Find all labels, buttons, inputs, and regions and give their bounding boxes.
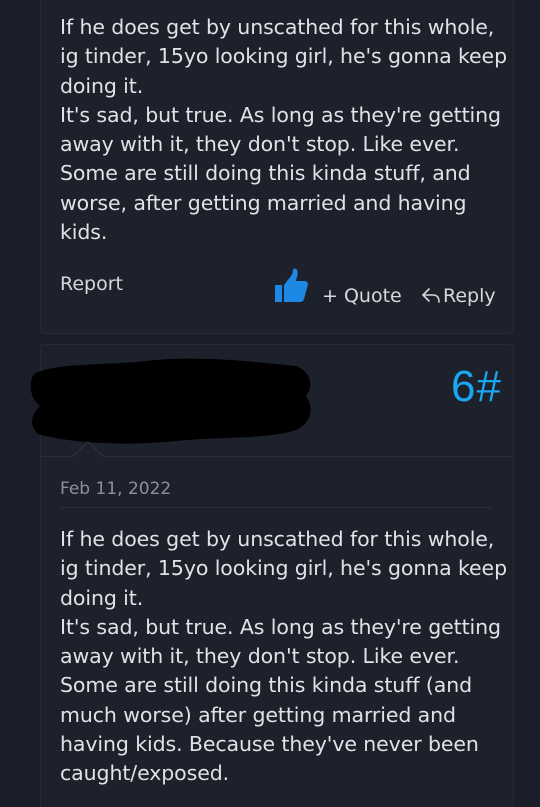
- post-date[interactable]: Feb 11, 2022: [60, 479, 171, 499]
- post-body: If he does get by unscathed for this who…: [60, 13, 510, 247]
- report-link[interactable]: Report: [60, 273, 123, 295]
- post-paragraph: It's sad, but true. As long as they're g…: [60, 102, 501, 245]
- like-button[interactable]: [272, 268, 310, 306]
- thread-page: If he does get by unscathed for this who…: [0, 0, 540, 807]
- date-divider: [60, 507, 493, 508]
- post-number[interactable]: 6#: [451, 362, 502, 412]
- user-pointer-arrow-fill: [73, 443, 103, 457]
- redacted-username: [30, 358, 311, 444]
- post-body: If he does get by unscathed for this who…: [60, 525, 510, 789]
- reply-label: Reply: [443, 285, 496, 307]
- post-paragraph: If he does get by unscathed for this who…: [60, 527, 507, 610]
- reply-arrow-icon: [422, 288, 440, 303]
- thumbs-up-icon: [275, 268, 308, 302]
- reply-button[interactable]: Reply: [421, 285, 496, 307]
- quote-button[interactable]: + Quote: [322, 285, 402, 307]
- header-divider: [41, 456, 513, 457]
- post-paragraph: If he does get by unscathed for this who…: [60, 15, 507, 98]
- post-paragraph: It's sad, but true. As long as they're g…: [60, 614, 501, 786]
